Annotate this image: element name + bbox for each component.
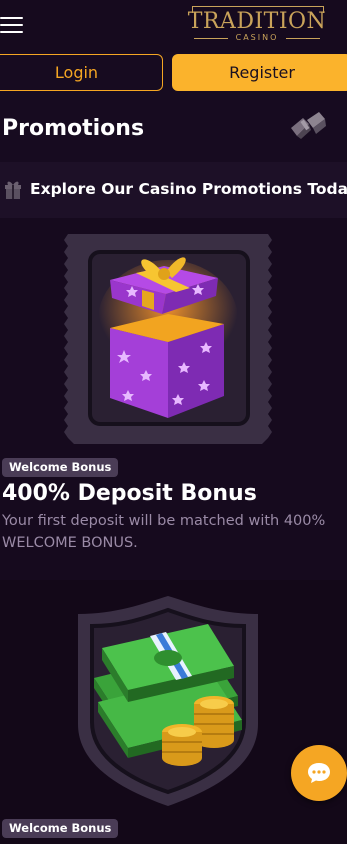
promotion-badge: Welcome Bonus <box>2 458 119 477</box>
promotion-description: Your first deposit will be matched with … <box>2 513 326 551</box>
gift-box-icon <box>64 234 272 444</box>
login-button[interactable]: Login <box>0 54 163 91</box>
promotion-title: 400% Deposit Bonus <box>2 481 257 506</box>
chat-icon <box>308 763 330 783</box>
gift-icon <box>5 181 21 199</box>
promotion-card[interactable]: Welcome Bonus 400% Deposit Bonus Your fi… <box>0 218 347 580</box>
promotion-card[interactable]: Welcome Bonus <box>0 580 347 844</box>
promotions-gift-icon <box>291 112 326 139</box>
logo-subtext: CASINO <box>235 33 279 42</box>
page-title: Promotions <box>2 116 145 141</box>
logo-text: TRADITION <box>187 9 327 34</box>
casino-logo[interactable]: TRADITION CASINO <box>186 6 328 48</box>
explore-banner: Explore Our Casino Promotions Today! <box>0 162 347 218</box>
menu-icon[interactable] <box>0 14 24 36</box>
live-chat-button[interactable] <box>291 745 347 801</box>
site-header: TRADITION CASINO <box>0 0 347 52</box>
register-button[interactable]: Register <box>172 54 347 91</box>
money-stack-icon <box>78 596 258 806</box>
explore-banner-text: Explore Our Casino Promotions Today! <box>30 180 347 198</box>
promotions-page: TRADITION CASINO Login Register Promotio… <box>0 0 347 844</box>
promotion-badge: Welcome Bonus <box>2 819 119 838</box>
